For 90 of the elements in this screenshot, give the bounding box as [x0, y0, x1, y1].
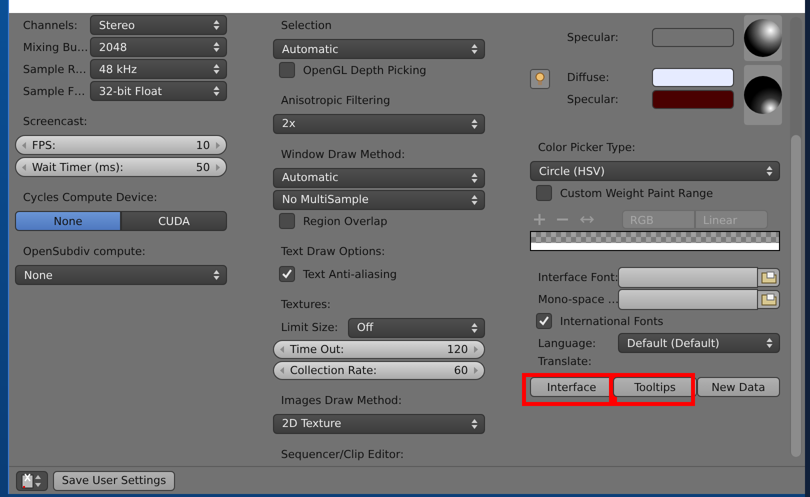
editor-type-button[interactable] — [16, 470, 48, 490]
section-label: Sequencer/Clip Editor: — [280, 446, 405, 463]
number-field[interactable]: FPS: 10 — [15, 135, 227, 155]
color-swatch[interactable] — [652, 90, 734, 108]
field-label: Channels: — [22, 18, 79, 32]
color-swatch[interactable] — [652, 28, 734, 46]
field-label: Specular: — [567, 92, 620, 106]
section-label: Images Draw Method: — [280, 392, 403, 409]
scrollbar[interactable] — [790, 17, 802, 457]
field-label: Sample R… — [22, 62, 88, 76]
dropdown[interactable]: Off — [348, 318, 485, 338]
folder-icon[interactable] — [758, 290, 780, 308]
checkbox[interactable] — [536, 313, 552, 329]
up-down-arrow-icon — [471, 418, 478, 430]
checkbox-label: International Fonts — [560, 314, 664, 328]
left-arrow-icon — [280, 346, 285, 353]
toggle-button[interactable]: New Data — [696, 377, 780, 397]
section-label: Color Picker Type: — [537, 140, 636, 156]
up-down-arrow-icon — [213, 19, 220, 31]
dropdown[interactable]: Default (Default) — [618, 333, 780, 353]
field-label: Specular: — [567, 30, 620, 44]
section-label: OpenSubdiv compute: — [22, 244, 147, 260]
section-label: Translate: — [537, 355, 593, 370]
section-label: Cycles Compute Device: — [22, 190, 158, 206]
checkbox-label: Region Overlap — [303, 214, 388, 228]
left-arrow-icon — [22, 142, 27, 148]
up-down-arrow-icon — [766, 165, 773, 177]
section-label: Selection — [280, 18, 333, 34]
number-field[interactable]: Wait Timer (ms): 50 — [15, 157, 227, 177]
toggle-option[interactable]: CUDA — [121, 211, 227, 231]
path-field[interactable] — [618, 266, 758, 288]
dropdown[interactable]: 48 kHz — [90, 59, 227, 79]
dropdown[interactable]: Stereo — [90, 15, 227, 35]
up-down-arrow-icon — [471, 172, 478, 184]
field-label: Mono-space … — [537, 292, 618, 306]
scrollbar-thumb[interactable] — [791, 135, 801, 457]
checkbox[interactable] — [279, 266, 295, 282]
dropdown[interactable]: Automatic — [273, 168, 485, 188]
section-label: Text Draw Options: — [280, 244, 386, 260]
right-arrow-icon — [215, 142, 220, 148]
up-down-arrow-icon — [471, 194, 478, 206]
checkbox-label: Custom Weight Paint Range — [560, 186, 714, 200]
number-field[interactable]: Time Out: 120 — [273, 340, 485, 359]
right-arrow-icon — [215, 164, 220, 170]
checkbox[interactable] — [279, 62, 295, 78]
number-field[interactable]: Collection Rate: 60 — [273, 360, 485, 380]
up-down-arrow-icon — [213, 269, 220, 281]
up-down-arrow-icon — [471, 118, 478, 130]
section-label: Window Draw Method: — [280, 146, 406, 163]
up-down-arrow-icon — [471, 43, 478, 55]
section-label: Textures: — [280, 296, 332, 313]
field-label: Limit Size: — [280, 321, 340, 334]
dropdown[interactable]: 2D Texture — [273, 414, 485, 434]
dropdown[interactable]: None — [15, 265, 227, 285]
dropdown[interactable]: Circle (HSV) — [530, 161, 780, 181]
save-settings-button[interactable]: Save User Settings — [53, 470, 175, 490]
up-down-arrow-icon — [213, 63, 220, 75]
field-label: Language: — [537, 336, 597, 350]
up-down-arrow-icon — [213, 85, 220, 97]
dropdown[interactable]: Automatic — [273, 39, 485, 59]
toggle-button[interactable]: Tooltips — [613, 377, 697, 397]
checkbox-label: OpenGL Depth Picking — [303, 64, 426, 77]
dropdown[interactable]: 2048 — [90, 37, 227, 57]
color-swatch[interactable] — [652, 68, 734, 86]
color-ramp[interactable] — [530, 231, 780, 251]
toggle-option[interactable]: None — [15, 211, 121, 231]
path-field[interactable] — [618, 288, 758, 310]
dropdown[interactable]: 32-bit Float — [90, 81, 227, 101]
light-bulb-icon[interactable] — [530, 69, 550, 89]
right-arrow-icon — [473, 346, 478, 353]
left-arrow-icon — [22, 164, 27, 170]
checkbox[interactable] — [279, 213, 295, 230]
right-arrow-icon — [473, 366, 478, 374]
section-label: Anisotropic Filtering — [280, 92, 392, 109]
section-label: Screencast: — [22, 114, 88, 130]
field-label: Sample F… — [22, 84, 86, 98]
dropdown[interactable]: 2x — [273, 114, 485, 134]
checkbox[interactable] — [536, 185, 552, 201]
field-label: Diffuse: — [567, 70, 610, 84]
up-down-arrow-icon — [471, 322, 478, 334]
sphere-preview — [744, 15, 782, 61]
up-down-arrow-icon — [213, 41, 220, 53]
left-arrow-icon — [280, 366, 285, 374]
sphere-preview — [744, 65, 782, 125]
dropdown[interactable]: No MultiSample — [273, 190, 485, 210]
folder-icon[interactable] — [758, 268, 780, 286]
checkbox-label: Text Anti-aliasing — [303, 268, 397, 281]
field-label: Mixing Bu… — [22, 40, 90, 54]
up-down-arrow-icon — [766, 337, 773, 349]
field-label: Interface Font: — [537, 270, 618, 284]
